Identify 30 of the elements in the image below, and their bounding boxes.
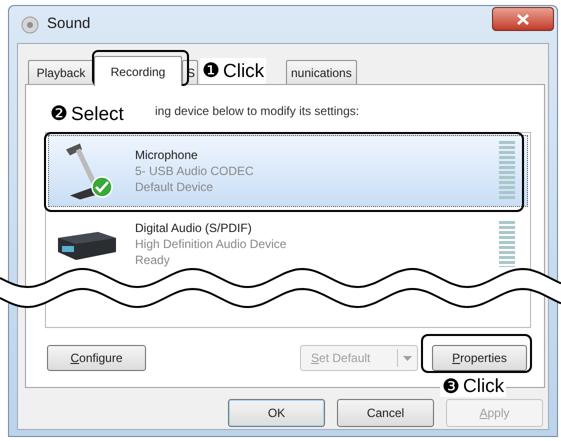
button[interactable]: Properties	[432, 345, 527, 371]
button[interactable]: Configure	[47, 345, 146, 371]
device-driver: 5- USB Audio CODEC	[135, 163, 254, 179]
tab[interactable]: Playback	[28, 60, 94, 85]
step-number: ❸	[442, 376, 460, 396]
button[interactable]: Cancel	[337, 399, 434, 427]
button[interactable]: OK	[228, 399, 325, 427]
device-driver: High Definition Audio Device	[135, 236, 286, 252]
device-status: Default Device	[135, 179, 214, 195]
level-meter	[499, 221, 515, 267]
callout-text: Click	[463, 377, 504, 396]
dropdown-arrow-icon	[403, 356, 412, 360]
tab[interactable]: Recording	[94, 56, 182, 86]
check-badge-icon	[91, 176, 113, 198]
close-icon	[517, 14, 529, 24]
level-meter	[499, 141, 515, 199]
device-name: Microphone	[135, 147, 199, 163]
tab[interactable]: nunications	[286, 60, 357, 85]
device-name: Digital Audio (S/PDIF)	[135, 220, 253, 236]
callout-text: Select	[71, 104, 124, 124]
device-row[interactable]: Microphone 5- USB Audio CODEC Default Device	[48, 135, 528, 207]
device-row[interactable]: Digital Audio (S/PDIF) High Definition Audio Device Ready	[48, 215, 528, 273]
close-button[interactable]	[492, 7, 554, 31]
callout-text: Click	[223, 62, 264, 80]
window-title: Sound	[47, 14, 90, 34]
instruction-text: ing device below to modify its settings:	[155, 103, 360, 120]
step-number: ❷	[50, 104, 68, 124]
speaker-icon	[21, 16, 39, 34]
device-status: Ready	[135, 252, 171, 268]
step-number: ❶	[202, 61, 220, 81]
